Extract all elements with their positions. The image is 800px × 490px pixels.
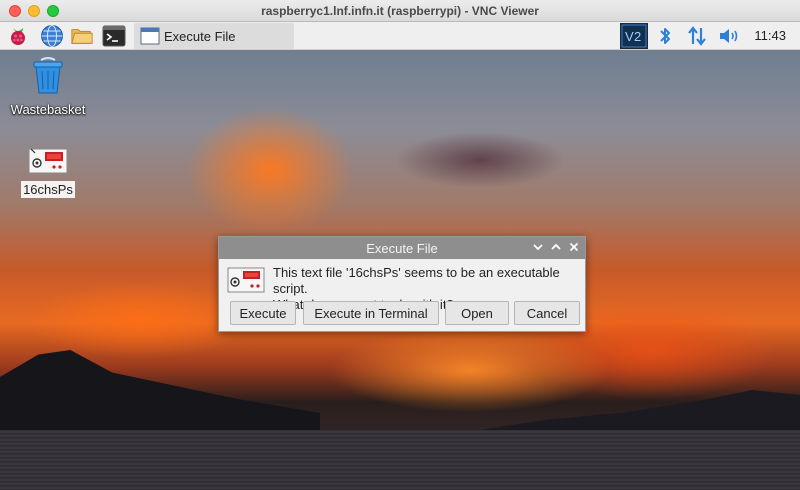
mountain-silhouette-left	[0, 350, 320, 440]
open-button[interactable]: Open	[445, 301, 509, 325]
dialog-titlebar[interactable]: Execute File	[219, 237, 585, 259]
dialog-minimize-icon[interactable]	[531, 240, 545, 254]
taskbar: Execute File V 2 11:43	[0, 22, 800, 50]
svg-text:V: V	[625, 29, 634, 44]
execute-in-terminal-button[interactable]: Execute in Terminal	[303, 301, 439, 325]
dialog-close-icon[interactable]	[567, 240, 581, 254]
execute-button[interactable]: Execute	[230, 301, 296, 325]
desktop-icon-label: 16chsPs	[21, 181, 75, 198]
file-manager-icon[interactable]	[70, 24, 94, 48]
desktop-icon-label: Wastebasket	[10, 102, 86, 117]
volume-icon[interactable]	[716, 22, 742, 50]
executable-file-icon	[28, 148, 68, 174]
raspberry-menu-icon[interactable]	[6, 24, 30, 48]
vnc-window-titlebar: raspberryc1.lnf.infn.it (raspberrypi) - …	[0, 0, 800, 22]
svg-text:2: 2	[634, 29, 641, 44]
dialog-maximize-icon[interactable]	[549, 240, 563, 254]
web-browser-icon[interactable]	[40, 24, 64, 48]
cancel-button[interactable]: Cancel	[514, 301, 580, 325]
clock: 11:43	[754, 28, 786, 43]
terminal-icon[interactable]	[102, 24, 126, 48]
taskbar-task-label: Execute File	[164, 28, 236, 44]
window-icon	[140, 27, 160, 45]
dialog-message-line-1: This text file '16chsPs' seems to be an …	[273, 265, 560, 296]
bluetooth-icon[interactable]	[654, 22, 676, 50]
network-icon[interactable]	[684, 22, 710, 50]
vnc-icon[interactable]: V 2	[620, 23, 648, 49]
wastebasket-icon	[33, 57, 63, 94]
executable-file-icon	[227, 267, 265, 293]
window-title: raspberryc1.lnf.infn.it (raspberrypi) - …	[261, 4, 539, 18]
desktop-icon-16chsps[interactable]: 16chsPs	[8, 146, 88, 199]
lake-water	[0, 430, 800, 490]
execute-file-dialog: Execute File This text file '16chsPs' se…	[218, 236, 586, 332]
taskbar-task-execute-file[interactable]: Execute File	[134, 23, 294, 49]
desktop-icon-wastebasket[interactable]: Wastebasket	[8, 56, 88, 119]
